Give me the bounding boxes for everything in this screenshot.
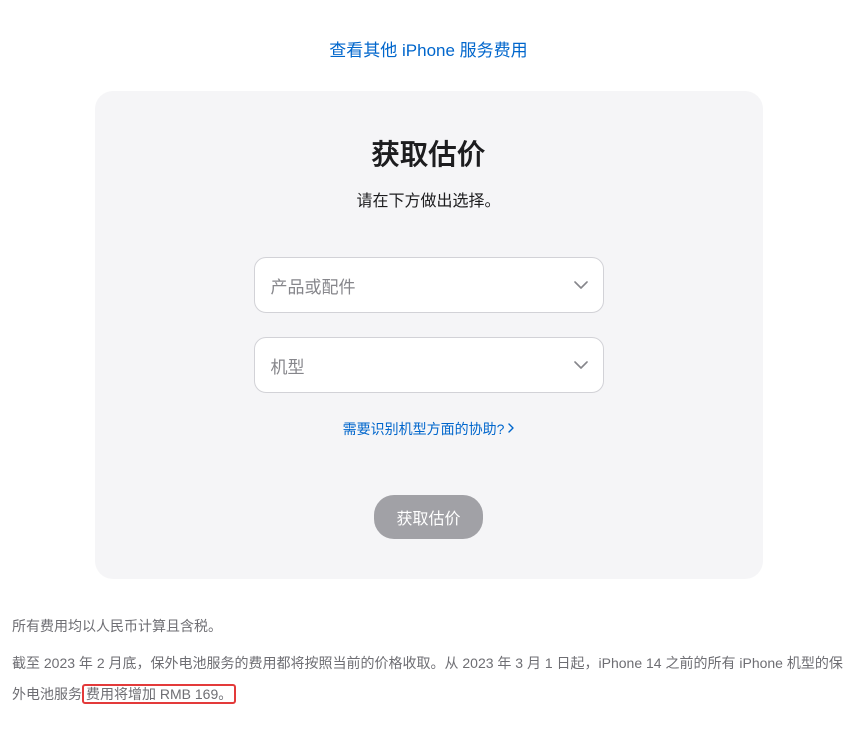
model-select[interactable]: 机型 <box>254 337 604 393</box>
product-select[interactable]: 产品或配件 <box>254 257 604 313</box>
select-product-wrap: 产品或配件 <box>254 257 604 313</box>
model-select-placeholder: 机型 <box>271 353 305 378</box>
footer-line-1: 所有费用均以人民币计算且含税。 <box>12 611 845 642</box>
footer-line-2: 截至 2023 年 2 月底，保外电池服务的费用都将按照当前的价格收取。从 20… <box>12 648 845 710</box>
help-link-label: 需要识别机型方面的协助? <box>343 419 505 439</box>
price-increase-highlight: 费用将增加 RMB 169。 <box>82 684 236 704</box>
get-estimate-button[interactable]: 获取估价 <box>374 495 482 539</box>
other-services-link[interactable]: 查看其他 iPhone 服务费用 <box>329 41 527 60</box>
identify-model-help-link[interactable]: 需要识别机型方面的协助? <box>343 419 515 439</box>
top-link-container: 查看其他 iPhone 服务费用 <box>0 0 857 91</box>
button-row: 获取估价 <box>135 495 723 539</box>
product-select-placeholder: 产品或配件 <box>271 273 356 298</box>
card-subtitle: 请在下方做出选择。 <box>135 187 723 211</box>
footer: 所有费用均以人民币计算且含税。 截至 2023 年 2 月底，保外电池服务的费用… <box>0 599 857 729</box>
card-title: 获取估价 <box>135 133 723 173</box>
select-model-wrap: 机型 <box>254 337 604 393</box>
estimate-card: 获取估价 请在下方做出选择。 产品或配件 机型 需要识别机型方面的协助? 获取估… <box>95 91 763 579</box>
chevron-right-icon <box>508 422 514 436</box>
